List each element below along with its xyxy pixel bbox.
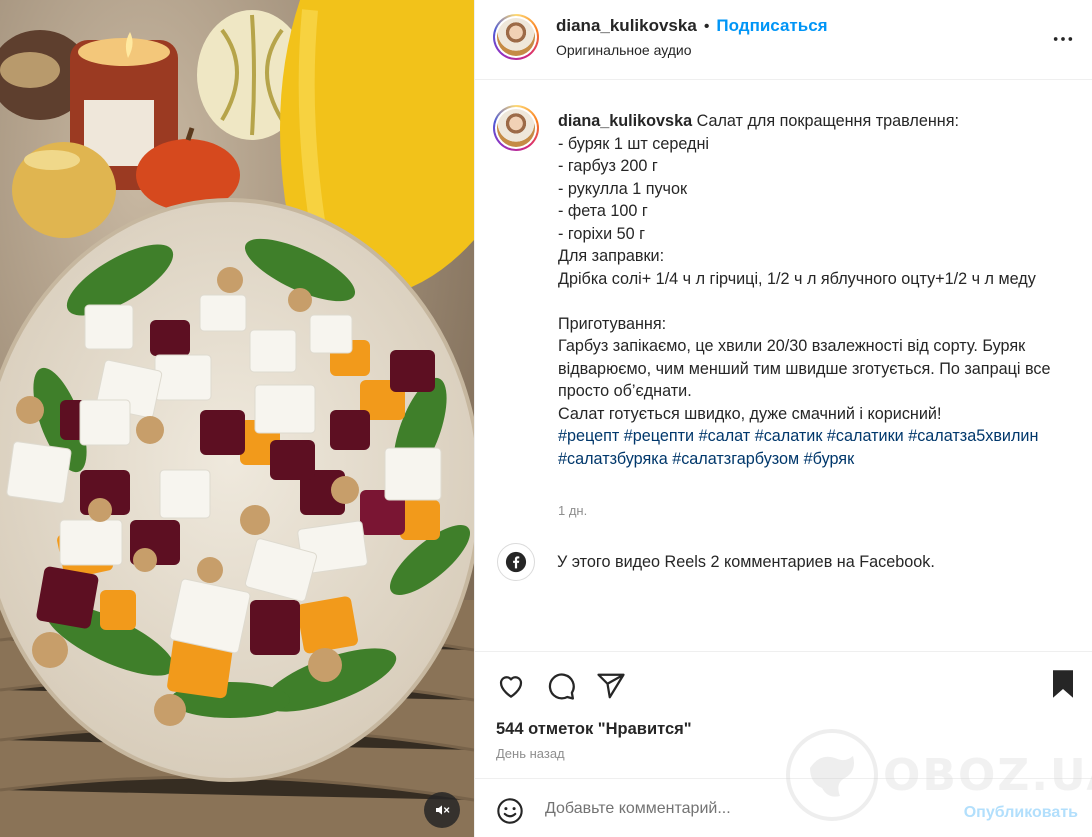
post-media[interactable] [0,0,474,837]
heart-icon [499,676,523,698]
emoji-icon [497,798,523,824]
facebook-comments-row: У этого видео Reels 2 комментариев на Fa… [497,543,935,581]
follow-button[interactable]: Подписаться [716,16,827,36]
post-caption: diana_kulikovska Салат для покращення тр… [558,110,1068,470]
mute-button[interactable] [424,792,460,828]
posted-ago[interactable]: День назад [496,746,565,761]
facebook-icon-wrap [497,543,535,581]
save-button[interactable] [1050,669,1076,704]
facebook-comments-text: У этого видео Reels 2 комментариев на Fa… [557,552,935,571]
separator-dot: • [703,18,710,35]
post-details-panel: diana_kulikovska • Подписаться Оригиналь… [474,0,1092,837]
caption-text: Салат для покращення травлення: - буряк … [558,112,1051,423]
caption-hashtags[interactable]: #рецепт #рецепти #салат #салатик #салати… [558,427,1043,468]
post-header: diana_kulikovska • Подписаться Оригиналь… [475,0,1092,80]
comment-button[interactable] [546,671,576,706]
caption-time[interactable]: 1 дн. [558,503,587,518]
facebook-icon [505,551,527,573]
comment-input[interactable] [545,800,925,818]
share-button[interactable] [596,671,626,706]
publish-button[interactable]: Опубликовать [964,804,1078,822]
send-icon [597,673,625,699]
likes-count[interactable]: 544 отметок "Нравится" [496,720,692,739]
speaker-muted-icon [436,805,450,815]
comment-icon [548,673,575,700]
comment-box: Опубликовать [475,780,1092,837]
post-actions [475,651,1092,779]
salad-photo [0,0,474,837]
emoji-button[interactable] [496,797,524,830]
caption-author-avatar[interactable] [493,105,539,151]
author-username[interactable]: diana_kulikovska [556,16,697,36]
audio-label[interactable]: Оригинальное аудио [556,42,692,58]
more-horizontal-icon [1053,37,1073,41]
more-options-button[interactable] [1052,28,1074,55]
caption-username[interactable]: diana_kulikovska [558,112,692,130]
like-button[interactable] [496,671,526,706]
author-avatar[interactable] [493,14,539,60]
bookmark-icon [1053,670,1073,698]
